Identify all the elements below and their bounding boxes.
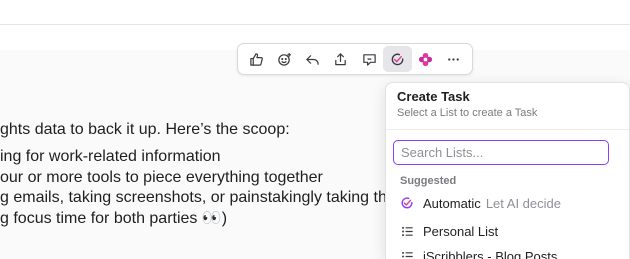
create-task-popover: Create Task Select a List to create a Ta… (385, 82, 630, 259)
popover-subtitle: Select a List to create a Task (397, 107, 538, 119)
list-icon (400, 249, 414, 259)
thumbs-up-button[interactable] (242, 46, 270, 72)
share-icon (335, 52, 347, 65)
reply-icon (306, 54, 319, 65)
top-bar (0, 0, 630, 25)
list-option-blog-posts[interactable]: iScribblers - Blog Posts (386, 244, 629, 259)
option-label: Personal List (423, 223, 499, 239)
list-icon (400, 224, 414, 238)
option-label: Automatic (423, 195, 481, 211)
create-task-button[interactable] (383, 46, 412, 72)
emoji-add-icon (278, 52, 291, 66)
add-reaction-button[interactable] (270, 46, 298, 72)
popover-title: Create Task (397, 89, 470, 104)
ai-automatic-icon (400, 196, 414, 210)
list-option-automatic[interactable]: Automatic Let AI decide (386, 191, 629, 215)
doc-text-line: ing for work-related information (0, 148, 221, 165)
comment-icon (362, 53, 376, 66)
reply-button[interactable] (299, 46, 327, 72)
suggested-section-label: Suggested (400, 175, 457, 187)
search-lists-input[interactable] (393, 140, 609, 165)
doc-text-line: ghts data to back it up. Here’s the scoo… (0, 121, 290, 138)
apps-button[interactable] (412, 46, 440, 72)
option-label: iScribblers - Blog Posts (423, 248, 558, 259)
more-button[interactable] (440, 46, 468, 72)
comment-button[interactable] (355, 46, 383, 72)
share-button[interactable] (327, 46, 355, 72)
more-icon (448, 57, 460, 61)
divider (386, 129, 629, 130)
thumbs-up-icon (249, 52, 263, 66)
doc-text-line: g focus time for both parties 👀) (0, 210, 228, 227)
list-option-personal-list[interactable]: Personal List (386, 219, 629, 243)
option-hint: Let AI decide (485, 195, 561, 211)
clickup-apps-icon (419, 52, 433, 66)
message-action-toolbar (237, 43, 473, 75)
create-task-icon (391, 53, 404, 65)
doc-text-line: our or more tools to piece everything to… (0, 169, 323, 186)
